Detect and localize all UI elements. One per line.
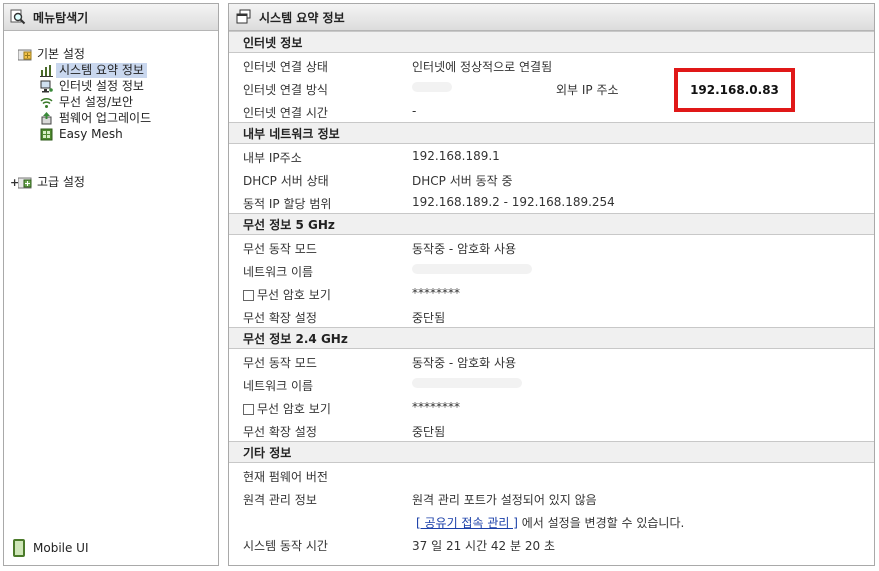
value: 인터넷에 정상적으로 연결됨 bbox=[412, 60, 553, 74]
row-remote-management: 원격 관리 정보 원격 관리 포트가 설정되어 있지 않음 bbox=[229, 486, 874, 509]
row-wifi24-mode: 무선 동작 모드 동작중 - 암호화 사용 bbox=[229, 349, 874, 372]
show-password-checkbox[interactable] bbox=[243, 290, 254, 301]
value: 192.168.189.2 - 192.168.189.254 bbox=[412, 195, 615, 209]
label: 내부 IP주소 bbox=[243, 151, 302, 165]
label: 동적 IP 할당 범위 bbox=[243, 197, 332, 211]
external-ip-highlight: 192.168.0.83 bbox=[674, 68, 795, 112]
row-remote-link: [ 공유기 접속 관리 ] 에서 설정을 변경할 수 있습니다. bbox=[229, 509, 874, 532]
label: 원격 관리 정보 bbox=[243, 493, 317, 507]
tree-advanced-settings[interactable]: + 고급 설정 bbox=[10, 174, 88, 190]
label: 인터넷 연결 상태 bbox=[243, 60, 328, 74]
value: 원격 관리 포트가 설정되어 있지 않음 bbox=[412, 493, 597, 507]
remote-link-text: [ 공유기 접속 관리 ] 에서 설정을 변경할 수 있습니다. bbox=[416, 514, 684, 531]
row-wifi24-extension: 무선 확장 설정 중단됨 bbox=[229, 418, 874, 441]
row-wifi24-name: 네트워크 이름 bbox=[229, 372, 874, 395]
label: 현재 펌웨어 버전 bbox=[243, 470, 328, 484]
tree-item-system-summary[interactable]: 시스템 요약 정보 bbox=[40, 62, 147, 78]
value: 동작중 - 암호화 사용 bbox=[412, 356, 517, 370]
tree-item-label: 펌웨어 업그레이드 bbox=[59, 110, 152, 125]
wifi-icon bbox=[40, 96, 53, 109]
label: 시스템 동작 시간 bbox=[243, 539, 328, 553]
tree-basic-settings[interactable]: 기본 설정 bbox=[17, 46, 88, 62]
row-wifi5-password: 무선 암호 보기 ******** bbox=[229, 281, 874, 304]
tree-item-label: 인터넷 설정 정보 bbox=[59, 78, 144, 93]
expand-plus-icon[interactable]: + bbox=[10, 176, 19, 189]
row-wifi5-name: 네트워크 이름 bbox=[229, 258, 874, 281]
label: 무선 동작 모드 bbox=[243, 356, 317, 370]
password-toggle[interactable]: 무선 암호 보기 bbox=[243, 286, 331, 303]
row-dhcp-range: 동적 IP 할당 범위 192.168.189.2 - 192.168.189.… bbox=[229, 190, 874, 213]
value: 192.168.189.1 bbox=[412, 149, 500, 163]
value: - bbox=[412, 104, 417, 118]
row-dhcp-status: DHCP 서버 상태 DHCP 서버 동작 중 bbox=[229, 167, 874, 190]
row-firmware-version: 현재 펌웨어 버전 bbox=[229, 463, 874, 486]
menu-explorer-header: 메뉴탐색기 bbox=[4, 4, 218, 31]
folder-settings-icon bbox=[17, 176, 32, 189]
external-ip-value: 192.168.0.83 bbox=[690, 83, 779, 97]
label: 무선 동작 모드 bbox=[243, 242, 317, 256]
menu-explorer-title: 메뉴탐색기 bbox=[33, 10, 89, 25]
value: ******** bbox=[412, 400, 460, 414]
value: 중단됨 bbox=[412, 311, 446, 325]
tree-item-firmware-upgrade[interactable]: 펌웨어 업그레이드 bbox=[40, 110, 154, 126]
label: 무선 암호 보기 bbox=[257, 288, 331, 302]
mobile-phone-icon bbox=[13, 539, 25, 557]
external-ip-label: 외부 IP 주소 bbox=[556, 83, 619, 97]
tree-item-label: 무선 설정/보안 bbox=[59, 94, 134, 109]
label: 무선 암호 보기 bbox=[257, 402, 331, 416]
value: DHCP 서버 동작 중 bbox=[412, 174, 513, 188]
chart-icon bbox=[40, 64, 53, 77]
router-access-management-link[interactable]: [ 공유기 접속 관리 ] bbox=[416, 516, 518, 530]
tree-item-wireless-security[interactable]: 무선 설정/보안 bbox=[40, 94, 136, 110]
system-summary-panel: 시스템 요약 정보 인터넷 정보 인터넷 연결 상태 인터넷에 정상적으로 연결… bbox=[228, 3, 875, 566]
network-icon bbox=[40, 80, 53, 93]
mobile-ui-label: Mobile UI bbox=[33, 541, 89, 555]
label: 무선 확장 설정 bbox=[243, 311, 317, 325]
label: 인터넷 연결 시간 bbox=[243, 106, 328, 120]
value: ******** bbox=[412, 286, 460, 300]
upgrade-icon bbox=[40, 111, 53, 125]
section-wifi24-heading: 무선 정보 2.4 GHz bbox=[229, 327, 874, 349]
tree-item-label: 시스템 요약 정보 bbox=[56, 62, 147, 78]
section-wifi5-heading: 무선 정보 5 GHz bbox=[229, 213, 874, 235]
value: 동작중 - 암호화 사용 bbox=[412, 242, 517, 256]
value: 중단됨 bbox=[412, 425, 446, 439]
row-wifi5-extension: 무선 확장 설정 중단됨 bbox=[229, 304, 874, 327]
section-lan-heading: 내부 네트워크 정보 bbox=[229, 122, 874, 144]
label: 네트워크 이름 bbox=[243, 265, 314, 279]
label: DHCP 서버 상태 bbox=[243, 174, 329, 188]
menu-explorer-panel: 메뉴탐색기 기본 설정 시스템 요약 정보 인터넷 설정 정보 무선 설정/보안 bbox=[3, 3, 219, 566]
password-toggle[interactable]: 무선 암호 보기 bbox=[243, 400, 331, 417]
tree-item-internet-settings[interactable]: 인터넷 설정 정보 bbox=[40, 78, 147, 94]
system-summary-title: 시스템 요약 정보 bbox=[259, 10, 345, 25]
window-icon bbox=[236, 9, 252, 25]
tree-item-label: Easy Mesh bbox=[59, 126, 123, 141]
link-suffix: 에서 설정을 변경할 수 있습니다. bbox=[517, 516, 685, 530]
label: 네트워크 이름 bbox=[243, 379, 314, 393]
tree-basic-label: 기본 설정 bbox=[37, 46, 85, 61]
redacted-value bbox=[412, 377, 522, 391]
row-system-uptime: 시스템 동작 시간 37 일 21 시간 42 분 20 초 bbox=[229, 532, 874, 555]
magnifier-icon bbox=[10, 9, 26, 25]
folder-settings-icon bbox=[17, 48, 32, 61]
redacted-value bbox=[412, 81, 452, 95]
value: 37 일 21 시간 42 분 20 초 bbox=[412, 539, 555, 553]
system-summary-header: 시스템 요약 정보 bbox=[229, 4, 874, 31]
redacted-value bbox=[412, 263, 532, 277]
mesh-icon bbox=[40, 128, 53, 141]
label: 인터넷 연결 방식 bbox=[243, 83, 328, 97]
row-wifi24-password: 무선 암호 보기 ******** bbox=[229, 395, 874, 418]
tree-advanced-label: 고급 설정 bbox=[37, 174, 85, 189]
section-internet-heading: 인터넷 정보 bbox=[229, 31, 874, 53]
tree-item-easy-mesh[interactable]: Easy Mesh bbox=[40, 126, 126, 142]
show-password-checkbox[interactable] bbox=[243, 404, 254, 415]
row-lan-ip: 내부 IP주소 192.168.189.1 bbox=[229, 144, 874, 167]
section-etc-heading: 기타 정보 bbox=[229, 441, 874, 463]
row-wifi5-mode: 무선 동작 모드 동작중 - 암호화 사용 bbox=[229, 235, 874, 258]
label: 무선 확장 설정 bbox=[243, 425, 317, 439]
mobile-ui-link[interactable]: Mobile UI bbox=[13, 539, 89, 557]
